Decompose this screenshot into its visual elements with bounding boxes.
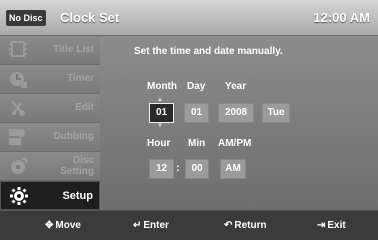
return-hint: ↶ Return (224, 220, 267, 231)
year-field[interactable]: 2008 (218, 103, 254, 123)
timer-icon (8, 70, 28, 88)
sidebar-item-setup[interactable]: Setup (0, 181, 100, 210)
sidebar-item-title-list[interactable]: Title List (0, 36, 100, 65)
sidebar-menu: Title List Timer Edit Dubbing Disc Setti… (0, 36, 100, 210)
ampm-field[interactable]: AM (220, 159, 246, 179)
enter-icon: ↵ (133, 220, 142, 231)
film-strip-icon (8, 41, 28, 59)
move-arrows-icon: ✥ (45, 220, 54, 231)
sidebar-item-label: Dubbing (53, 131, 94, 142)
disc-icon (8, 157, 28, 175)
down-arrow-icon: ▼ (157, 123, 163, 129)
hour-label: Hour (147, 138, 171, 149)
sidebar-item-label: Setup (62, 190, 93, 202)
day-label: Day (187, 81, 206, 92)
sidebar-item-dubbing[interactable]: Dubbing (0, 123, 100, 152)
gear-icon (9, 187, 29, 205)
ampm-label: AM/PM (218, 138, 252, 149)
scissors-icon (8, 99, 28, 117)
sidebar-item-label: Edit (75, 102, 94, 113)
dubbing-icon (8, 128, 28, 146)
sidebar-item-disc-setting[interactable]: Disc Setting (0, 152, 100, 181)
move-hint: ✥ Move (45, 220, 81, 231)
exit-hint: ⇥ Exit (317, 220, 346, 231)
clock-display: 12:00 AM (313, 10, 370, 25)
instruction-text: Set the time and date manually. (134, 46, 283, 57)
hour-field[interactable]: 12 (149, 159, 174, 179)
enter-hint: ↵ Enter (133, 220, 169, 231)
no-disc-badge: No Disc (6, 10, 46, 26)
exit-icon: ⇥ (317, 220, 326, 231)
weekday-field[interactable]: Tue (262, 103, 290, 123)
sidebar-item-edit[interactable]: Edit (0, 94, 100, 123)
time-separator: : (176, 162, 180, 174)
title-bar: No Disc Clock Set 12:00 AM (0, 0, 378, 36)
min-label: Min (188, 138, 206, 149)
day-field[interactable]: 01 (184, 103, 209, 123)
control-hint-bar: ✥ Move ↵ Enter ↶ Return ⇥ Exit (0, 210, 378, 240)
page-title: Clock Set (60, 10, 120, 25)
month-field[interactable]: 01 (149, 103, 174, 123)
year-label: Year (225, 81, 247, 92)
clock-set-panel: Set the time and date manually. Month Da… (100, 36, 378, 210)
sidebar-item-label: Title List (53, 44, 94, 55)
month-label: Month (147, 81, 177, 92)
sidebar-item-timer[interactable]: Timer (0, 65, 100, 94)
return-icon: ↶ (224, 220, 233, 231)
sidebar-item-label: Timer (66, 73, 94, 84)
minute-field[interactable]: 00 (185, 159, 209, 179)
sidebar-item-label: Disc Setting (60, 155, 94, 177)
